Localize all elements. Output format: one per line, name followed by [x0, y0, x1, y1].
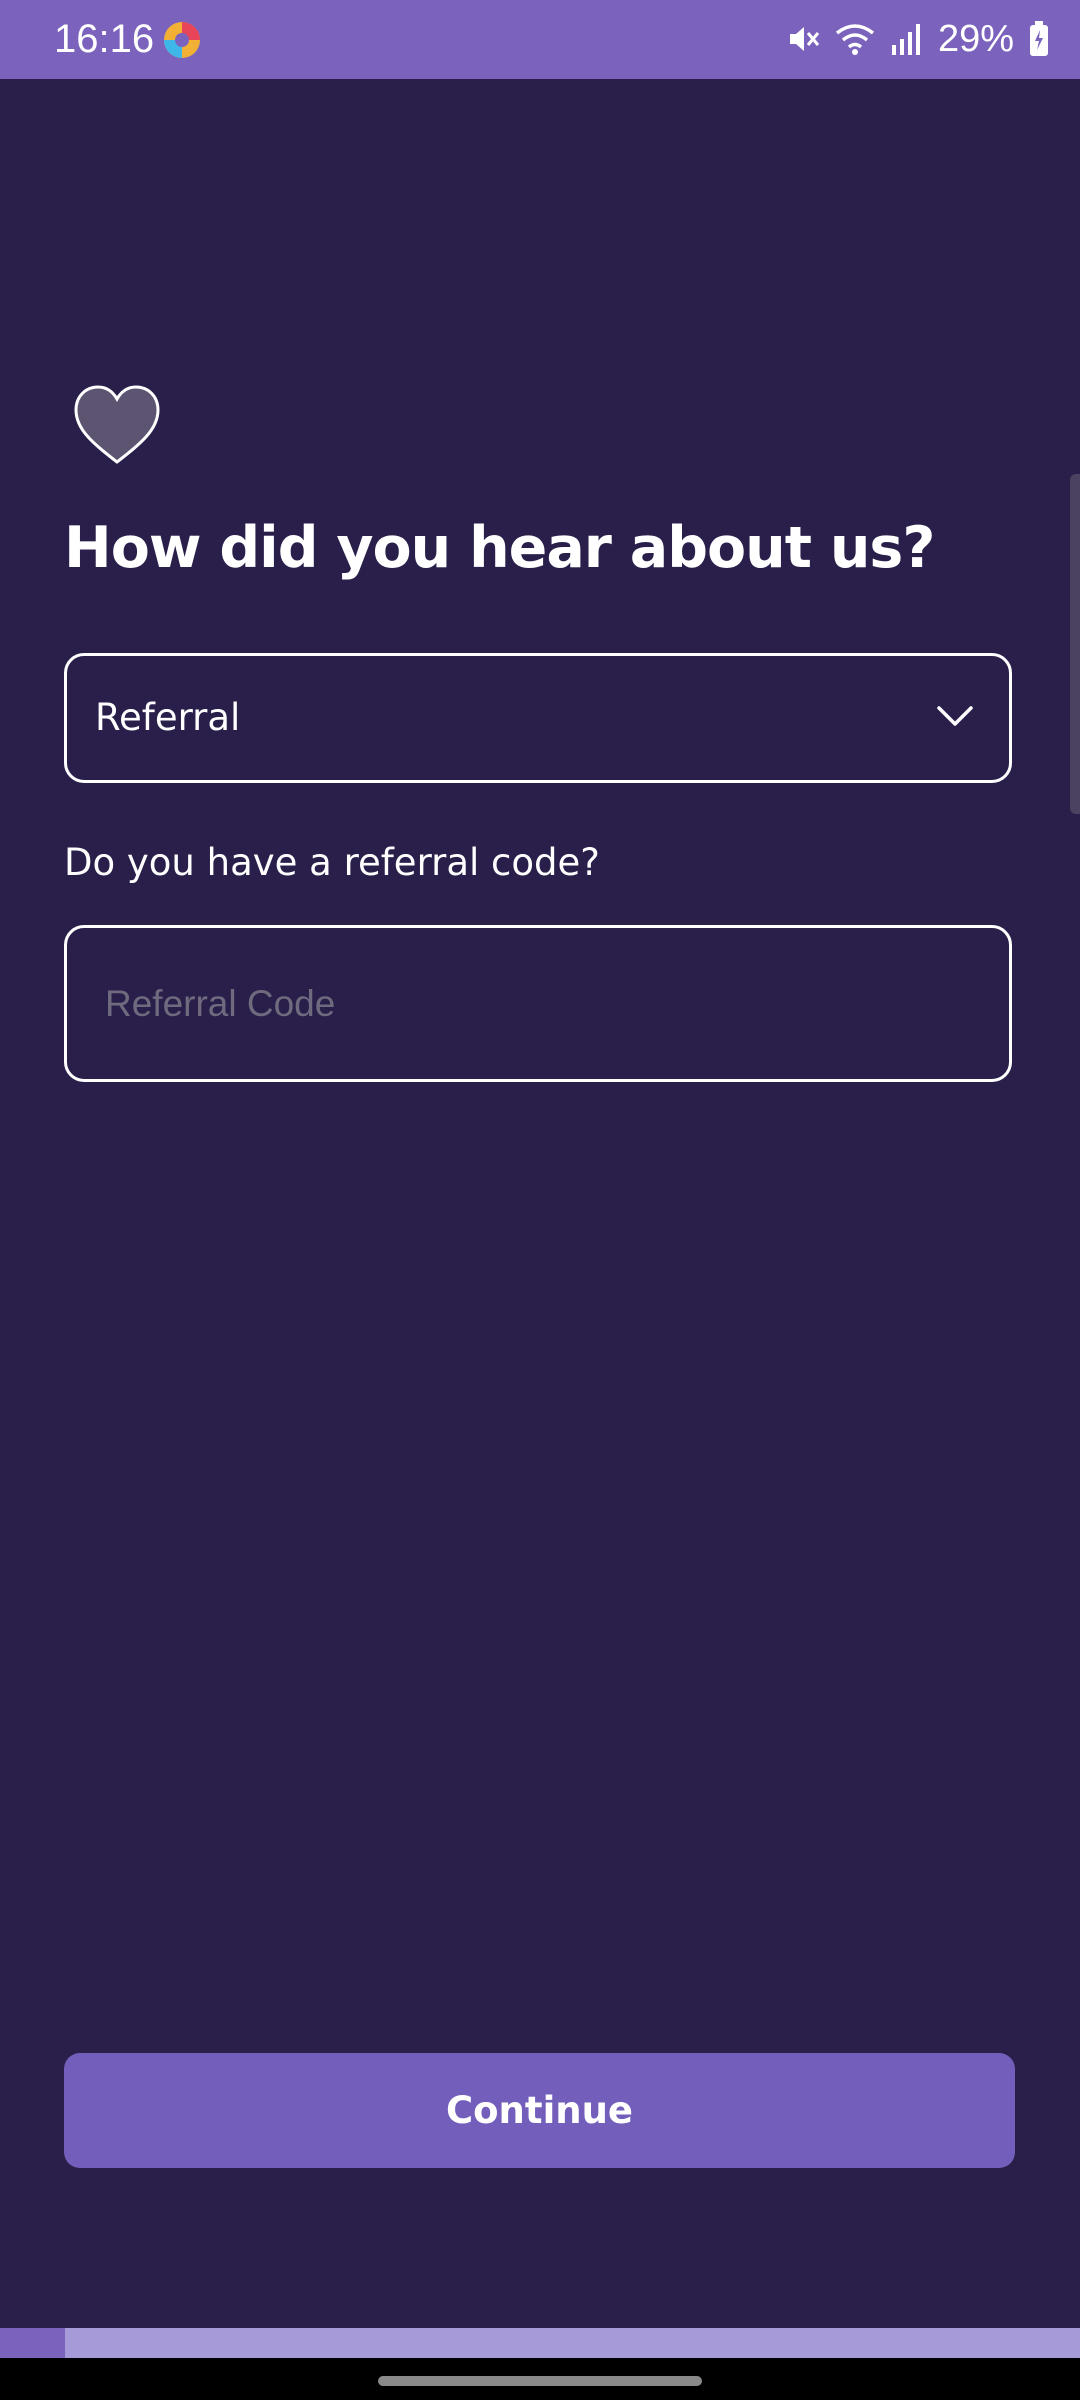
continue-button[interactable]: Continue	[64, 2053, 1015, 2168]
hear-about-us-select[interactable]: Referral	[64, 653, 1012, 783]
progress-fill	[0, 2328, 65, 2358]
home-handle[interactable]	[378, 2376, 702, 2386]
wifi-icon	[835, 24, 875, 55]
chevron-down-icon[interactable]	[935, 701, 975, 731]
heart-icon	[74, 385, 160, 464]
scrollbar[interactable]	[1070, 474, 1080, 814]
battery-charging-icon	[1030, 21, 1048, 56]
status-time: 16:16	[54, 17, 155, 61]
referral-question-label: Do you have a referral code?	[64, 841, 600, 884]
progress-bar	[0, 2328, 1080, 2358]
status-bar: 16:16 29%	[0, 0, 1080, 79]
referral-code-input[interactable]	[64, 925, 1012, 1082]
battery-percentage: 29%	[937, 18, 1014, 60]
signal-icon	[891, 24, 920, 55]
navigation-bar	[0, 2358, 1080, 2400]
mute-icon	[789, 27, 820, 51]
select-value: Referral	[95, 696, 241, 739]
status-icons: 29%	[784, 14, 1050, 64]
page-title: How did you hear about us?	[64, 515, 935, 581]
app-logo-icon	[164, 22, 200, 58]
screen: 16:16 29% How did you hear about us? Ref…	[0, 0, 1080, 2400]
